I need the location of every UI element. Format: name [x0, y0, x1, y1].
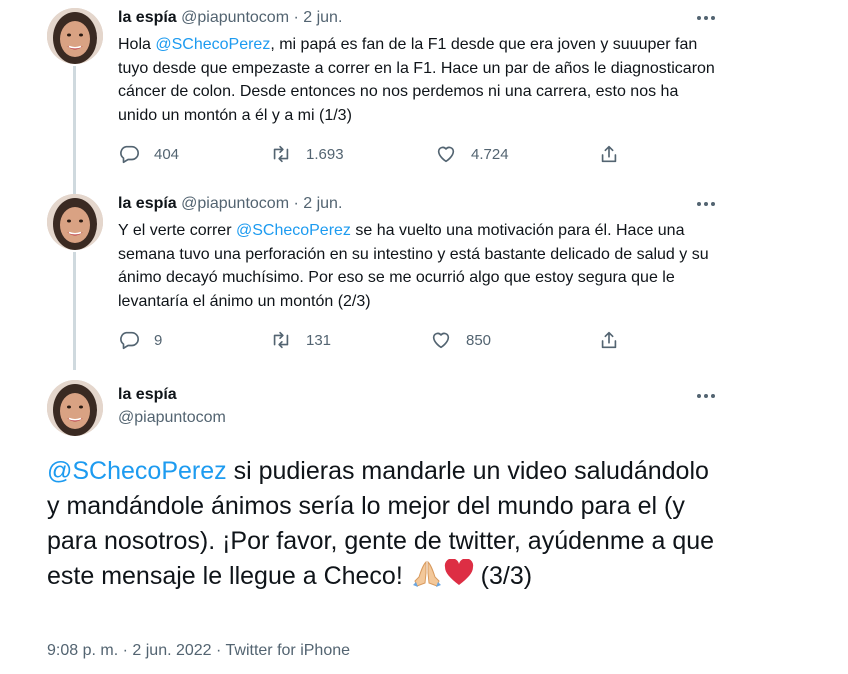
retweet-icon — [273, 331, 289, 349]
author-name[interactable]: la espía — [118, 195, 177, 212]
reply-icon — [120, 331, 139, 350]
tweet-text: Hola @SChecoPerez, mi papá es fan de la … — [118, 33, 718, 127]
like-icon — [432, 332, 450, 349]
tweet-header: la espía @piapuntocom · 2 jun. — [118, 195, 342, 213]
tweet-header: la espía @piapuntocom · 2 jun. — [118, 9, 342, 27]
tweet-actions: 404 1.693 4.724 — [118, 142, 638, 166]
tweet-text-part: Y el verte correr — [118, 222, 236, 239]
tweet-actions: 9 131 850 — [118, 328, 638, 352]
retweet-icon — [273, 145, 289, 163]
avatar[interactable] — [47, 194, 103, 250]
reply-count: 404 — [154, 145, 180, 163]
tweet-date[interactable]: 2 jun. — [303, 9, 342, 26]
tweet-text: @SChecoPerez si pudieras mandarle un vid… — [47, 454, 727, 597]
share-icon — [601, 331, 617, 349]
like-button[interactable]: 850 — [430, 328, 491, 352]
like-icon — [437, 146, 455, 163]
like-button[interactable]: 4.724 — [435, 142, 509, 166]
author-handle[interactable]: @piapuntocom — [181, 195, 289, 212]
heart-emoji — [444, 558, 474, 597]
more-icon[interactable] — [694, 194, 718, 214]
tweet-source[interactable]: Twitter for iPhone — [226, 642, 351, 659]
like-count: 4.724 — [471, 145, 509, 163]
tweet[interactable]: la espía @piapuntocom · 2 jun. Hola @SCh… — [0, 0, 760, 180]
retweet-count: 1.693 — [306, 145, 344, 163]
author-handle[interactable]: @piapuntocom — [181, 9, 289, 26]
tweet-meta: 9:08 p. m. · 2 jun. 2022 · Twitter for i… — [47, 642, 350, 660]
tweet-date[interactable]: 2 jun. — [303, 195, 342, 212]
share-button[interactable] — [598, 142, 620, 166]
pray-emoji — [410, 559, 444, 597]
tweet-text: Y el verte correr @SChecoPerez se ha vue… — [118, 219, 718, 313]
author-handle[interactable]: @piapuntocom — [118, 409, 226, 427]
reply-count: 9 — [154, 331, 163, 349]
tweet-time[interactable]: 9:08 p. m. — [47, 642, 118, 659]
main-tweet[interactable]: la espía @piapuntocom @SChecoPerez si pu… — [0, 372, 760, 674]
share-button[interactable] — [598, 328, 620, 352]
separator: · — [293, 195, 299, 212]
author-name[interactable]: la espía — [118, 386, 177, 404]
mention-link[interactable]: @SChecoPerez — [47, 457, 227, 485]
retweet-button[interactable]: 1.693 — [270, 142, 344, 166]
separator: · — [122, 642, 128, 659]
retweet-button[interactable]: 131 — [270, 328, 331, 352]
mention-link[interactable]: @SChecoPerez — [155, 36, 270, 53]
mention-link[interactable]: @SChecoPerez — [236, 222, 351, 239]
avatar[interactable] — [47, 380, 103, 436]
reply-button[interactable]: 404 — [118, 142, 179, 166]
tweet-thread: la espía @piapuntocom · 2 jun. Hola @SCh… — [0, 0, 848, 674]
more-icon[interactable] — [694, 386, 718, 406]
author-name[interactable]: la espía — [118, 9, 177, 26]
separator: · — [216, 642, 222, 659]
separator: · — [293, 9, 299, 26]
more-icon[interactable] — [694, 8, 718, 28]
share-icon — [601, 145, 617, 163]
tweet-full-date[interactable]: 2 jun. 2022 — [132, 642, 211, 659]
avatar[interactable] — [47, 8, 103, 64]
retweet-count: 131 — [306, 331, 332, 349]
reply-button[interactable]: 9 — [118, 328, 162, 352]
tweet[interactable]: la espía @piapuntocom · 2 jun. Y el vert… — [0, 186, 760, 366]
reply-icon — [120, 145, 139, 164]
tweet-text-part: Hola — [118, 36, 156, 53]
like-count: 850 — [466, 331, 492, 349]
tweet-text-part: (3/3) — [473, 562, 533, 590]
